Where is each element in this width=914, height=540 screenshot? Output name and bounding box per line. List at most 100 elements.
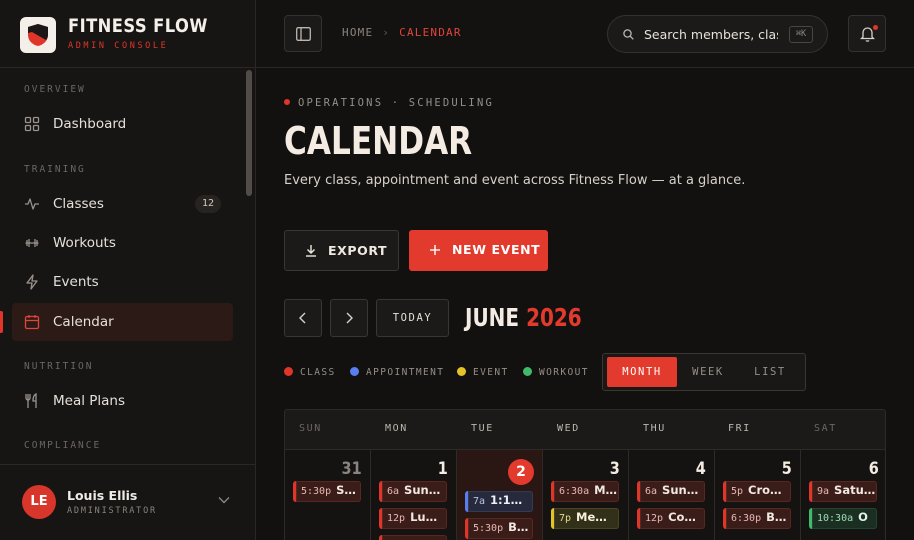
section-label-training: TRAINING bbox=[24, 164, 86, 175]
user-menu[interactable]: LE Louis Ellis ADMINISTRATOR bbox=[0, 464, 256, 540]
sidebar-item-classes[interactable]: Classes 12 bbox=[12, 185, 233, 223]
export-label: EXPORT bbox=[328, 243, 388, 258]
sidebar-item-label: Workouts bbox=[53, 235, 116, 251]
brand-name: FITNESS FLOW bbox=[68, 15, 208, 37]
sidebar-item-label: Calendar bbox=[53, 314, 114, 330]
legend-label: EVENT bbox=[473, 367, 509, 378]
event-time: 5:30p bbox=[473, 523, 504, 534]
day-cell[interactable]: 1 6a Sun… 12p Lu… bbox=[371, 450, 457, 540]
calendar-event[interactable]: 12p Co… bbox=[637, 508, 705, 529]
brand-logo[interactable] bbox=[20, 17, 56, 53]
event-time: 6a bbox=[387, 486, 400, 497]
event-time: 6:30p bbox=[731, 513, 762, 524]
day-number: 1 bbox=[437, 459, 448, 479]
section-label-compliance: COMPLIANCE bbox=[24, 440, 102, 451]
day-cell[interactable]: 4 6a Sun… 12p Co… bbox=[629, 450, 715, 540]
export-button[interactable]: EXPORT bbox=[284, 230, 399, 271]
day-cell[interactable]: 31 5:30p S… bbox=[285, 450, 371, 540]
day-number: 6 bbox=[868, 459, 879, 479]
weekday-label: FRI bbox=[728, 423, 751, 434]
calendar-event[interactable] bbox=[379, 535, 447, 540]
view-week-tab[interactable]: WEEK bbox=[677, 357, 739, 387]
view-switcher: MONTH WEEK LIST bbox=[602, 353, 806, 391]
calendar-event[interactable]: 10:30a O bbox=[809, 508, 877, 529]
plus-icon bbox=[430, 245, 440, 255]
search-input[interactable] bbox=[644, 25, 778, 44]
sidebar-item-label: Events bbox=[53, 274, 99, 290]
view-list-tab[interactable]: LIST bbox=[739, 357, 801, 387]
calendar-event[interactable]: 7p Me… bbox=[551, 508, 619, 529]
legend-swatch bbox=[457, 367, 466, 376]
calendar-event[interactable]: 6a Sun… bbox=[379, 481, 447, 502]
breadcrumb-home[interactable]: HOME bbox=[342, 26, 373, 39]
active-indicator bbox=[0, 311, 3, 333]
section-label-overview: OVERVIEW bbox=[24, 84, 86, 95]
download-icon bbox=[306, 245, 316, 257]
sidebar-item-label: Classes bbox=[53, 196, 104, 212]
weekday-label: SUN bbox=[299, 423, 322, 434]
lightning-icon bbox=[26, 274, 38, 290]
calendar-event[interactable]: 6a Sun… bbox=[637, 481, 705, 502]
legend-label: WORKOUT bbox=[539, 367, 589, 378]
event-name: Me… bbox=[576, 510, 607, 524]
calendar-icon bbox=[24, 315, 40, 330]
sidebar-item-events[interactable]: Events bbox=[12, 263, 233, 301]
utensils-icon bbox=[25, 393, 37, 408]
day-cell[interactable]: 6 9a Satu… 10:30a O bbox=[801, 450, 885, 540]
event-time: 7p bbox=[559, 513, 572, 524]
event-name: 1:1… bbox=[490, 493, 523, 507]
new-event-button[interactable]: NEW EVENT bbox=[409, 230, 548, 271]
sidebar-item-dashboard[interactable]: Dashboard bbox=[12, 105, 233, 143]
calendar-event[interactable]: 7a 1:1… bbox=[465, 491, 533, 512]
month-title: JUNE 2026 bbox=[465, 303, 582, 332]
sidebar-toggle-button[interactable] bbox=[284, 15, 322, 52]
month-year: 2026 bbox=[526, 303, 582, 332]
calendar-event[interactable]: 12p Lu… bbox=[379, 508, 447, 529]
activity-icon bbox=[25, 198, 39, 210]
event-name: Satu… bbox=[834, 483, 876, 497]
brand-subtitle: ADMIN CONSOLE bbox=[68, 41, 169, 51]
legend-appointment: APPOINTMENT bbox=[350, 367, 444, 378]
view-month-tab[interactable]: MONTH bbox=[607, 357, 677, 387]
event-time: 9a bbox=[817, 486, 830, 497]
weekday-label: SAT bbox=[814, 423, 837, 434]
calendar-event[interactable]: 9a Satu… bbox=[809, 481, 877, 502]
weekday-label: TUE bbox=[471, 423, 494, 434]
calendar-event[interactable]: 6:30a M… bbox=[551, 481, 619, 502]
shield-logo-icon bbox=[28, 24, 48, 46]
page-description: Every class, appointment and event acros… bbox=[284, 173, 746, 188]
calendar-event[interactable]: 5p Cro… bbox=[723, 481, 791, 502]
calendar-event[interactable]: 6:30p B… bbox=[723, 508, 791, 529]
sidebar-item-meal-plans[interactable]: Meal Plans bbox=[12, 382, 233, 420]
day-cell-today[interactable]: 2 7a 1:1… 5:30p B… bbox=[457, 450, 543, 540]
event-time: 6a bbox=[645, 486, 658, 497]
event-name: B… bbox=[508, 520, 529, 534]
event-name: Cro… bbox=[748, 483, 782, 497]
prev-month-button[interactable] bbox=[284, 299, 322, 337]
brand: FITNESS FLOW ADMIN CONSOLE bbox=[0, 0, 256, 68]
weekday-label: WED bbox=[557, 423, 580, 434]
day-number: 3 bbox=[609, 459, 620, 479]
day-cell[interactable]: 5 5p Cro… 6:30p B… bbox=[715, 450, 801, 540]
day-cell[interactable]: 3 6:30a M… 7p Me… bbox=[543, 450, 629, 540]
search-box[interactable]: ⌘K bbox=[607, 15, 828, 53]
sidebar-item-label: Dashboard bbox=[53, 116, 127, 132]
legend-swatch bbox=[523, 367, 532, 376]
notifications-button[interactable] bbox=[848, 15, 886, 52]
sidebar-toggle-icon bbox=[296, 27, 311, 41]
event-time: 5:30p bbox=[301, 486, 332, 497]
new-event-label: NEW EVENT bbox=[452, 242, 541, 257]
event-time: 10:30a bbox=[817, 513, 854, 524]
sidebar-scrollbar[interactable] bbox=[246, 70, 252, 196]
next-month-button[interactable] bbox=[330, 299, 368, 337]
calendar-event[interactable]: 5:30p B… bbox=[465, 518, 533, 539]
today-button[interactable]: TODAY bbox=[376, 299, 449, 337]
breadcrumb-current: CALENDAR bbox=[399, 26, 462, 39]
calendar-event[interactable]: 5:30p S… bbox=[293, 481, 361, 502]
section-label-nutrition: NUTRITION bbox=[24, 361, 94, 372]
chevron-left-icon bbox=[299, 312, 306, 324]
sidebar-item-calendar[interactable]: Calendar bbox=[12, 303, 233, 341]
avatar: LE bbox=[22, 485, 56, 519]
weekday-label: MON bbox=[385, 423, 408, 434]
sidebar-item-workouts[interactable]: Workouts bbox=[12, 224, 233, 262]
